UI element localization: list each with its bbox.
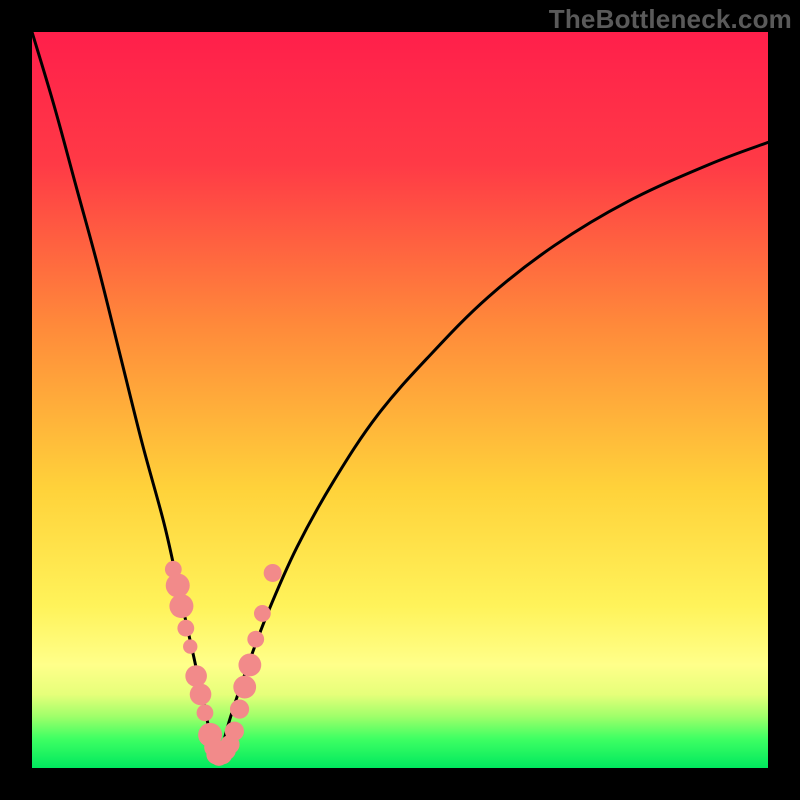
marker-point: [190, 684, 212, 706]
stage: TheBottleneck.com: [0, 0, 800, 800]
plot-frame: [32, 32, 768, 768]
bottleneck-curve: [32, 32, 768, 757]
marker-point: [230, 700, 249, 719]
marker-point: [177, 620, 194, 637]
marker-point: [264, 564, 282, 582]
watermark-text: TheBottleneck.com: [549, 4, 792, 35]
marker-group: [165, 561, 282, 766]
marker-point: [225, 722, 244, 741]
marker-point: [233, 676, 256, 699]
marker-point: [247, 631, 264, 648]
marker-point: [254, 605, 271, 622]
curve-layer: [32, 32, 768, 768]
marker-point: [169, 594, 193, 618]
marker-point: [185, 665, 207, 687]
marker-point: [238, 654, 261, 677]
marker-point: [166, 573, 190, 597]
marker-point: [197, 704, 214, 721]
marker-point: [183, 639, 197, 653]
